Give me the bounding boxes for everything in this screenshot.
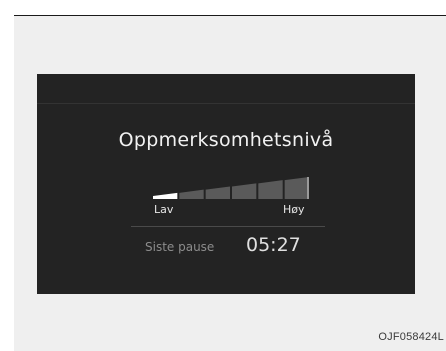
attention-level-bars [153,177,309,199]
attention-level-segment-2 [179,189,204,199]
attention-level-segment-6 [284,177,309,199]
display-title: Oppmerksomhetsnivå [118,129,334,151]
attention-level-segment-4 [232,183,257,199]
attention-level-meter [153,177,309,199]
attention-level-max-tick [307,177,309,199]
last-pause-time: 05:27 [246,234,301,256]
figure-code: OJF058424L [378,331,444,343]
last-pause-label: Siste pause [145,240,215,254]
attention-level-segment-1 [153,192,178,199]
attention-level-segment-3 [205,186,230,199]
attention-level-segment-5 [258,180,283,199]
display-middle-divider [131,226,325,227]
page: Oppmerksomhetsnivå Lav Høy Siste pause 0… [0,0,446,351]
cluster-display: Oppmerksomhetsnivå Lav Høy Siste pause 0… [37,74,415,294]
display-top-divider [37,103,415,104]
attention-high-label: Høy [283,203,305,216]
attention-low-label: Lav [154,203,174,216]
